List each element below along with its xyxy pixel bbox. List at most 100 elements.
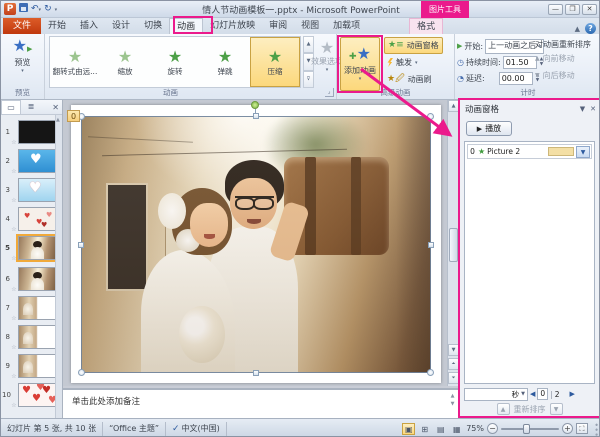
tab-transitions[interactable]: 切换: [137, 18, 169, 34]
slide-thumbnail-6[interactable]: 6 ☆: [2, 265, 60, 293]
qat-customize-button[interactable]: ▾: [55, 3, 58, 16]
timeline-scroll-right-icon[interactable]: ▶: [569, 390, 574, 398]
animation-painter-button[interactable]: ★🖉 动画刷: [384, 71, 443, 88]
zoom-slider-thumb[interactable]: [523, 423, 530, 434]
slide-thumbnail-2[interactable]: 2 ☆: [2, 147, 60, 175]
tab-slideshow[interactable]: 幻灯片放映: [203, 18, 262, 34]
gallery-more-button[interactable]: ⊽: [303, 70, 314, 88]
delay-input[interactable]: 00.00: [498, 71, 533, 85]
animation-pane-button[interactable]: ★≡ 动画窗格: [384, 37, 443, 54]
duration-input[interactable]: 01.50: [502, 55, 537, 69]
resize-handle-se[interactable]: [427, 369, 434, 376]
theme-name[interactable]: “Office 主题”: [103, 421, 166, 436]
gallery-item-zoom[interactable]: ★ 缩放: [100, 37, 150, 87]
animation-indicator-icon: ☆: [11, 255, 17, 262]
tab-format[interactable]: 格式: [409, 18, 444, 34]
slide-thumbnail-10[interactable]: 10 ☆: [2, 381, 60, 409]
powerpoint-logo-icon[interactable]: P: [4, 3, 16, 15]
zoom-in-button[interactable]: +: [562, 423, 573, 434]
rotation-handle[interactable]: [251, 101, 259, 109]
reorder-down-button[interactable]: ▼: [549, 403, 563, 415]
close-button[interactable]: ✕: [582, 3, 597, 15]
gallery-item-spin[interactable]: ★ 旋转: [150, 37, 200, 87]
move-earlier-button[interactable]: ▲ 向前移动: [535, 50, 597, 67]
slide-thumbnail-9[interactable]: 9 ☆: [2, 352, 60, 380]
slide-thumbnail-5-selected[interactable]: 5 ☆: [2, 234, 60, 262]
timeline-bar[interactable]: [548, 147, 574, 156]
slide-thumbnail-8[interactable]: 8 ☆: [2, 323, 60, 351]
fit-to-window-button[interactable]: ⛶: [576, 423, 588, 434]
slide-canvas[interactable]: 0: [67, 101, 441, 383]
slideshow-button[interactable]: ▦: [450, 423, 463, 435]
timeline-scroll-left-icon[interactable]: ◀: [530, 390, 535, 398]
tab-home[interactable]: 开始: [41, 18, 73, 34]
thumbnails-scrollbar[interactable]: [55, 115, 62, 418]
slide-thumbnail-1[interactable]: 1 ☆: [2, 118, 60, 146]
gallery-item-compress-selected[interactable]: ★ 压缩: [250, 37, 300, 87]
tab-insert[interactable]: 插入: [73, 18, 105, 34]
scrollbar-thumb[interactable]: [449, 228, 458, 262]
minimize-button[interactable]: —: [548, 3, 563, 15]
undo-button[interactable]: ↶▾: [31, 3, 41, 16]
dialog-launcher-icon[interactable]: ⌟: [325, 88, 334, 97]
language-indicator[interactable]: ✓ 中文(中国): [166, 421, 227, 436]
tab-design[interactable]: 设计: [105, 18, 137, 34]
slide-thumbnail-7[interactable]: 7 ☆: [2, 294, 60, 322]
tab-animations[interactable]: 动画: [169, 18, 204, 34]
tab-addins[interactable]: 加载项: [326, 18, 367, 34]
slide-thumbnail-3[interactable]: 3 ☆: [2, 176, 60, 204]
add-animation-button[interactable]: ✚★ 添加动画 ▾: [340, 37, 380, 91]
effect-options-button[interactable]: ★ 效果选项 ▾: [311, 40, 343, 74]
duration-clock-icon: ◷: [457, 57, 464, 67]
gallery-item-bounce[interactable]: ★ 弹跳: [200, 37, 250, 87]
gallery-scroll-up[interactable]: ▲: [303, 36, 314, 54]
thumbnail-image: [18, 325, 56, 349]
item-dropdown-icon[interactable]: ▼: [576, 145, 590, 158]
animation-pane: 动画窗格 ▼ ✕ ▶ 播放 0 ★ Picture 2 ▼ 秒 ▼ ◀ 0 | …: [458, 98, 599, 418]
resize-grip[interactable]: [591, 421, 599, 436]
slide-photo-picture2[interactable]: [81, 116, 431, 373]
slide-scrollbar[interactable]: ▲ ▼ ⏶ ⏷: [447, 100, 459, 386]
quick-access-toolbar: P ↶▾ ↻ ▾: [1, 2, 58, 16]
timeline-unit-dropdown[interactable]: 秒 ▼: [464, 387, 528, 401]
resize-handle-s[interactable]: [253, 370, 259, 376]
reading-view-button[interactable]: ▤: [434, 423, 447, 435]
gallery-item-fly-rotate[interactable]: ★ 翻转式由远...: [50, 37, 100, 87]
preview-button[interactable]: ★▶ 预览 ▾: [1, 36, 44, 75]
slide-sorter-button[interactable]: ⊞: [418, 423, 431, 435]
zoom-slider[interactable]: [501, 423, 559, 434]
notes-pane[interactable]: 单击此处添加备注 ▲ ▼: [63, 388, 458, 418]
panel-close-icon[interactable]: ✕: [52, 103, 62, 112]
play-button[interactable]: ▶ 播放: [466, 121, 512, 136]
resize-handle-ne[interactable]: [427, 113, 434, 120]
redo-button[interactable]: ↻: [44, 3, 52, 15]
resize-handle-sw[interactable]: [78, 369, 85, 376]
normal-view-button[interactable]: ▣: [402, 422, 416, 435]
zoom-out-button[interactable]: −: [487, 423, 498, 434]
animation-item-picture2[interactable]: 0 ★ Picture 2 ▼: [467, 144, 592, 159]
tab-review[interactable]: 审阅: [262, 18, 294, 34]
notes-placeholder: 单击此处添加备注: [72, 397, 141, 407]
move-later-button[interactable]: ▼ 向后移动: [535, 67, 597, 84]
reorder-up-button[interactable]: ▲: [496, 403, 510, 415]
tab-file[interactable]: 文件: [3, 18, 42, 34]
slide-thumbnail-4[interactable]: 4 ☆: [2, 205, 60, 233]
pane-close-icon[interactable]: ✕: [590, 105, 596, 113]
slides-tab[interactable]: ▭: [1, 100, 21, 114]
animation-order-badge[interactable]: 0: [67, 110, 80, 122]
resize-handle-e[interactable]: [428, 242, 434, 248]
status-bar: 幻灯片 第 5 张, 共 10 张 “Office 主题” ✓ 中文(中国) ▣ …: [1, 418, 599, 436]
outline-tab[interactable]: ≣: [21, 100, 41, 114]
maximize-button[interactable]: ❐: [565, 3, 580, 15]
resize-handle-n[interactable]: [253, 113, 259, 119]
pane-menu-icon[interactable]: ▼: [580, 105, 585, 113]
help-icon[interactable]: ?: [585, 23, 596, 34]
trigger-button[interactable]: 触发 ▾: [384, 54, 443, 71]
preview-star-icon: ★▶: [12, 36, 33, 55]
save-button[interactable]: [19, 2, 28, 16]
tab-view[interactable]: 视图: [294, 18, 326, 34]
resize-handle-w[interactable]: [78, 242, 84, 248]
zoom-level[interactable]: 75%: [466, 424, 484, 433]
minimize-ribbon-icon[interactable]: ▲: [575, 25, 580, 33]
notes-scrollbar[interactable]: ▲ ▼: [448, 392, 457, 408]
